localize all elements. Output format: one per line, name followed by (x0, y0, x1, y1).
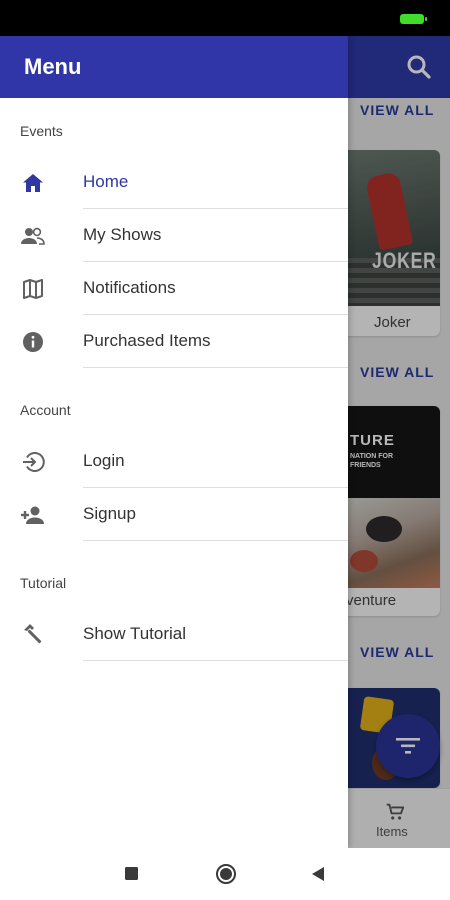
drawer-title: Menu (24, 54, 82, 79)
map-icon (23, 279, 43, 299)
back-triangle-icon[interactable] (304, 848, 332, 900)
divider (83, 367, 348, 368)
home-icon (23, 174, 43, 192)
menu-item-label: Home (83, 172, 129, 191)
recents-square-icon[interactable] (118, 848, 146, 900)
home-circle-icon[interactable] (212, 848, 240, 900)
divider (83, 660, 348, 661)
menu-item-label: Notifications (83, 278, 176, 297)
section-label-tutorial: Tutorial (20, 575, 67, 591)
menu-item-purchased-items[interactable]: Purchased Items (0, 315, 348, 368)
section-label-account: Account (20, 402, 71, 418)
menu-item-label: Show Tutorial (83, 624, 186, 643)
menu-item-show-tutorial[interactable]: Show Tutorial (0, 608, 348, 661)
menu-item-signup[interactable]: Signup (0, 488, 348, 541)
menu-item-label: Login (83, 451, 125, 470)
system-nav-bar (0, 848, 450, 900)
info-icon (23, 332, 43, 352)
menu-item-label: My Shows (83, 225, 162, 244)
people-icon (21, 227, 45, 245)
menu-item-label: Signup (83, 504, 136, 523)
navigation-drawer: Menu Events Home My Shows Notifications (0, 36, 348, 848)
hammer-icon (24, 624, 42, 644)
menu-item-my-shows[interactable]: My Shows (0, 209, 348, 262)
status-bar (0, 0, 450, 36)
login-icon (23, 452, 45, 472)
drawer-header: Menu (0, 36, 348, 98)
divider (83, 540, 348, 541)
battery-icon (400, 14, 427, 24)
menu-item-label: Purchased Items (83, 331, 211, 350)
section-label-events: Events (20, 123, 63, 139)
menu-item-home[interactable]: Home (0, 156, 348, 209)
menu-item-login[interactable]: Login (0, 435, 348, 488)
menu-item-notifications[interactable]: Notifications (0, 262, 348, 315)
person-add-icon (21, 506, 44, 524)
